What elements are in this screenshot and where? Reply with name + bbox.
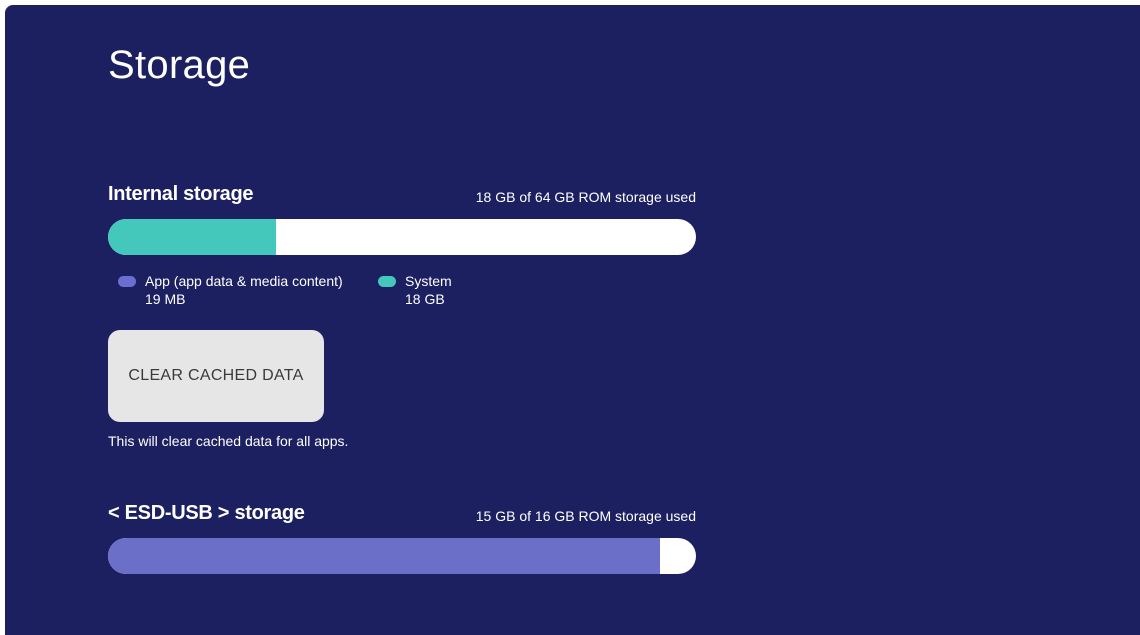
page-title: Storage (108, 43, 251, 87)
legend-label-system: System (405, 273, 452, 289)
usb-storage-used-text: 15 GB of 16 GB ROM storage used (475, 508, 696, 524)
clear-cache-hint: This will clear cached data for all apps… (108, 433, 349, 449)
legend-item-system: System 18 GB (378, 272, 452, 308)
internal-storage-bar-fill (108, 219, 276, 255)
legend-value-app: 19 MB (145, 291, 186, 307)
storage-panel: Storage Internal storage 18 GB of 64 GB … (5, 5, 1140, 635)
usb-storage-bar (108, 538, 696, 574)
legend-label-app: App (app data & media content) (145, 273, 343, 289)
legend-item-app: App (app data & media content) 19 MB (118, 272, 343, 308)
legend-value-system: 18 GB (405, 291, 445, 307)
internal-storage-bar (108, 219, 696, 255)
usb-storage-bar-fill (108, 538, 660, 574)
internal-storage-used-text: 18 GB of 64 GB ROM storage used (475, 189, 696, 205)
internal-storage-title: Internal storage (108, 183, 254, 205)
clear-cached-data-button[interactable]: CLEAR CACHED DATA (108, 330, 324, 422)
usb-storage-title: < ESD-USB > storage (108, 502, 305, 524)
legend-swatch-app (118, 276, 136, 287)
legend-swatch-system (378, 276, 396, 287)
